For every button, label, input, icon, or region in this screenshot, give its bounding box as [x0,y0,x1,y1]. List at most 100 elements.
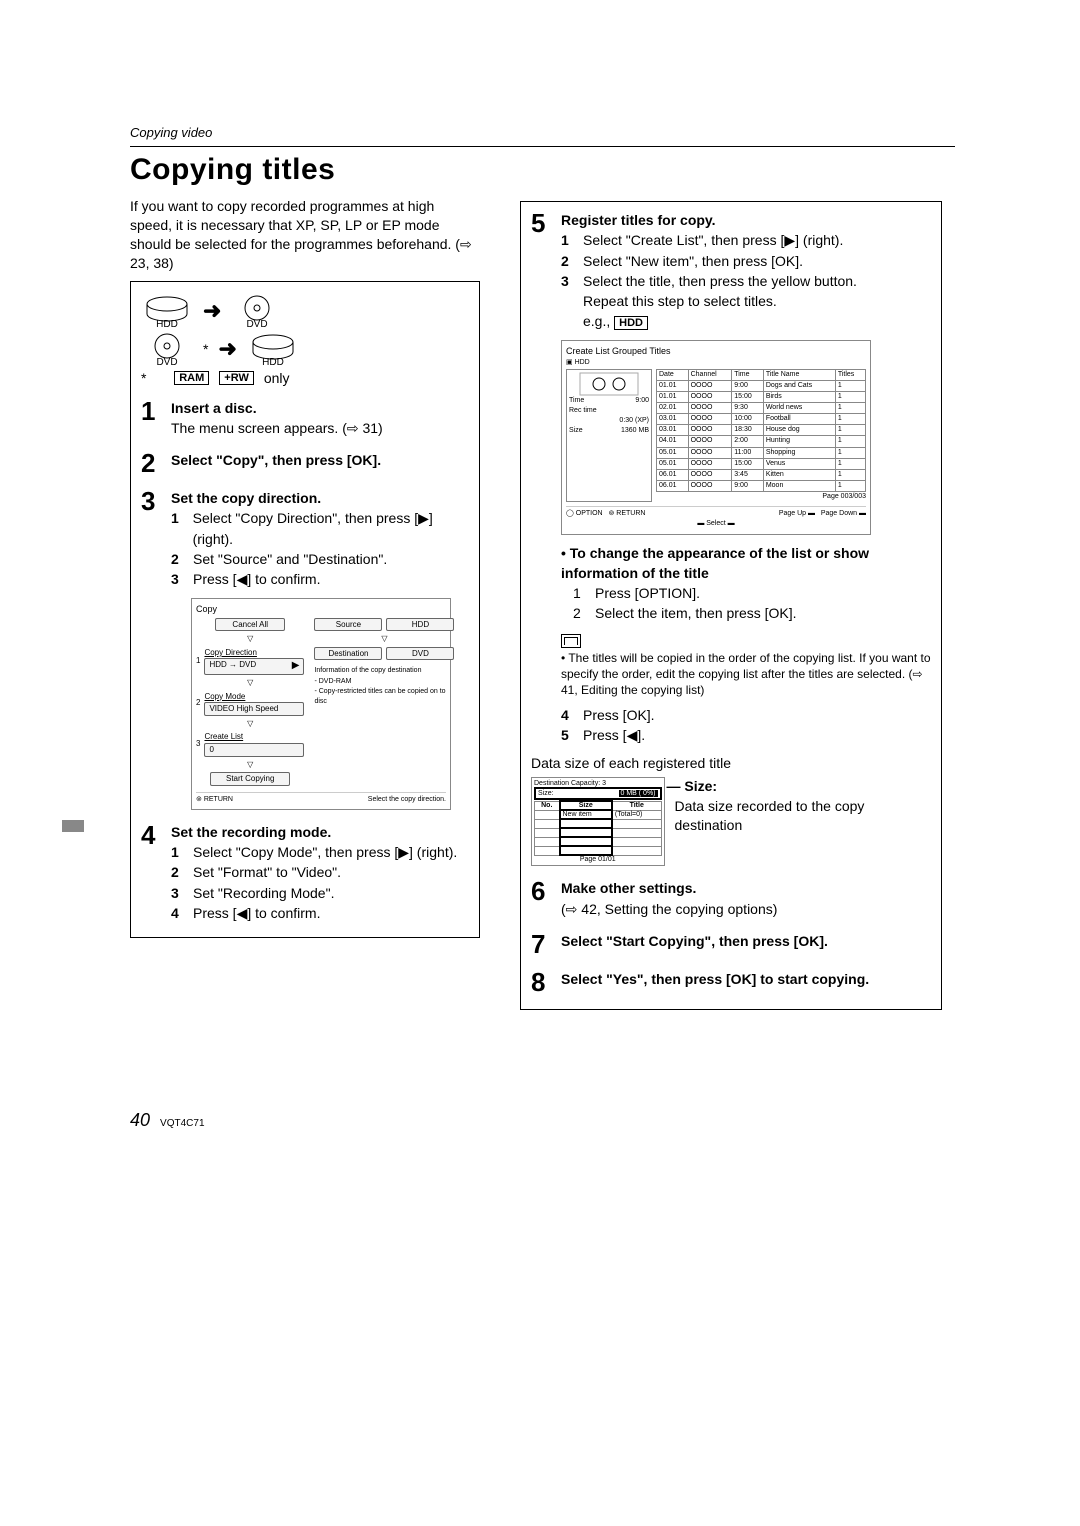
step-number: 2 [141,450,161,476]
footer: 40 VQT4C71 [130,1110,955,1131]
src-label: Source [314,618,382,632]
step-number: 5 [531,210,551,236]
dst-value: DVD [386,647,454,661]
size-text: Data size recorded to the copy destinati… [675,798,865,834]
svg-text:HDD: HDD [262,357,284,366]
media-note: * RAM +RW only [141,370,469,386]
step-text: The menu screen appears. (⇨ 31) [171,418,469,438]
step-number: 3 [141,488,161,514]
panel-title: Copy [196,603,446,616]
step-text: Select "Copy Direction", then press [▶] … [193,508,469,549]
only-text: only [264,370,290,386]
preview-icon [579,372,639,396]
svg-text:DVD: DVD [156,357,177,366]
row-value: 0 [209,744,213,756]
row-value: VIDEO High Speed [209,703,278,715]
step-text: Select "New item", then press [OK]. [583,251,803,271]
step-number: 8 [531,969,551,995]
copy-panel-illustration: Copy Cancel All ▽ 1 Copy Direction HDD →… [191,598,451,810]
src-value: HDD [386,618,454,632]
step-text: Select the item, then press [OK]. [595,603,797,623]
media-row-2: DVD * ➜ HDD [141,332,469,366]
destination-panel-illustration: Destination Capacity: 3 Size:0 MB ( 0%) … [531,777,665,866]
step-number: 7 [531,931,551,957]
hdd-icon: HDD [141,294,193,328]
size-label: Size: [684,778,717,794]
dvd-icon: DVD [231,294,283,328]
step-heading: Register titles for copy. [561,210,931,230]
note-text: The titles will be copied in the order o… [561,651,931,697]
info-text: Information of the copy destination [314,666,454,676]
rule [130,146,955,147]
step-3: 3 Set the copy direction. 1Select "Copy … [141,488,469,810]
intro-text: If you want to copy recorded programmes … [130,197,475,273]
arrow-icon: ➜ [203,298,221,324]
rw-tag: +RW [219,371,254,385]
step-heading: Insert a disc. [171,398,469,418]
arrow-icon: ➜ [218,336,236,362]
return-label: RETURN [204,796,233,803]
step-text: Set "Recording Mode". [193,883,334,903]
media-row-1: HDD ➜ DVD [141,294,469,328]
step-text: Select "Create List", then press [▶] (ri… [583,230,843,250]
step-heading: Select "Yes", then press [OK] to start c… [561,969,931,989]
step-number: 1 [141,398,161,424]
step-heading: Make other settings. [561,878,931,898]
titles-table: DateChannelTimeTitle NameTitles 01.01OOO… [656,369,866,493]
step-1: 1 Insert a disc. The menu screen appears… [141,398,469,439]
step-text: Select "Copy Mode", then press [▶] (righ… [193,842,457,862]
step-6: 6 Make other settings. (⇨ 42, Setting th… [531,878,931,919]
cancel-pill: Cancel All [215,618,285,632]
hint-text: Select the copy direction. [368,795,446,805]
left-column: If you want to copy recorded programmes … [130,197,480,1010]
svg-text:DVD: DVD [247,319,268,328]
row-label: Copy Direction [204,647,304,659]
note-text: - DVD-RAM [314,677,454,687]
row-label: Create List [204,731,304,743]
dst-label: Destination [314,647,382,661]
hdd-tag: HDD [614,316,648,330]
page-title: Copying titles [130,153,955,187]
step-heading: Set the recording mode. [171,822,469,842]
step-text: Press [OPTION]. [595,583,700,603]
step-4: 4 Set the recording mode. 1Select "Copy … [141,822,469,923]
step-heading: Select "Start Copying", then press [OK]. [561,931,931,951]
step-number: 6 [531,878,551,904]
step-text: Press [◀]. [583,725,645,745]
note-icon [561,634,581,648]
step-text: Set "Format" to "Video". [193,862,341,882]
step-text: Press [OK]. [583,705,655,725]
right-column: 5 Register titles for copy. 1Select "Cre… [520,201,942,1010]
svg-text:HDD: HDD [156,319,178,328]
step-heading: Select "Copy", then press [OK]. [171,450,469,470]
step-text: Press [◀] to confirm. [193,569,320,589]
note-text: - Copy-restricted titles can be copied o… [314,687,454,707]
step-8: 8 Select "Yes", then press [OK] to start… [531,969,931,995]
eg-label: e.g., [583,313,610,329]
panel-title: Create List Grouped Titles [566,345,866,358]
step-2: 2 Select "Copy", then press [OK]. [141,450,469,476]
page: Copying video Copying titles If you want… [0,0,1080,1191]
step-number: 4 [141,822,161,848]
step-text: Press [◀] to confirm. [193,903,320,923]
page-number: 40 [130,1110,150,1130]
hdd-icon: HDD [247,332,299,366]
instructions-box: HDD ➜ DVD DVD * ➜ [130,281,480,939]
dvd-icon: DVD [141,332,193,366]
bullet-heading: To change the appearance of the list or … [561,545,869,581]
create-list-illustration: Create List Grouped Titles ▣ HDD [561,340,871,534]
asterisk: * [141,370,146,386]
step-text: Repeat this step to select titles. [583,291,857,311]
step-text: (⇨ 42, Setting the copying options) [561,899,931,919]
data-size-label: Data size of each registered title [531,755,931,771]
doc-code: VQT4C71 [160,1118,204,1129]
breadcrumb: Copying video [130,125,955,140]
row-label: Copy Mode [204,691,304,703]
row-value: HDD → DVD [209,659,256,674]
page-indicator: Page 003/003 [656,492,866,502]
step-7: 7 Select "Start Copying", then press [OK… [531,931,931,957]
asterisk: * [203,341,208,357]
step-text: Set "Source" and "Destination". [193,549,387,569]
step-text: Select the title, then press the yellow … [583,271,857,291]
start-pill: Start Copying [210,772,290,786]
